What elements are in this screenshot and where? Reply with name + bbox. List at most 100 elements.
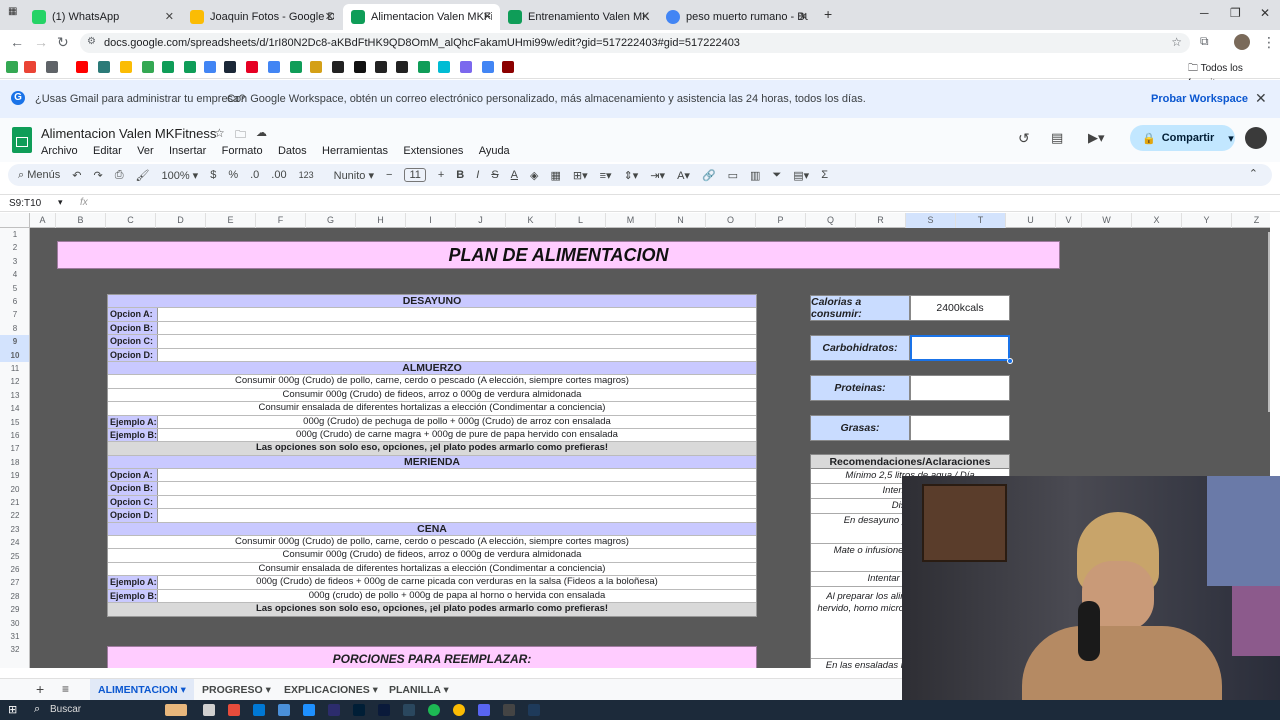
- comments-icon[interactable]: ▤: [1051, 130, 1063, 146]
- column-header-v[interactable]: V: [1056, 213, 1082, 228]
- bookmark-icon[interactable]: [310, 61, 322, 73]
- horizontal-align-icon[interactable]: ≡▾: [600, 169, 612, 182]
- docs-icon[interactable]: [204, 61, 216, 73]
- font-size-input[interactable]: 11: [404, 168, 426, 182]
- italic-icon[interactable]: I: [476, 169, 479, 181]
- bookmark-icon[interactable]: [6, 61, 18, 73]
- row-header-10[interactable]: 10: [0, 348, 29, 362]
- select-all-corner[interactable]: [0, 213, 30, 228]
- column-header-q[interactable]: Q: [806, 213, 856, 228]
- cena-example-a[interactable]: Ejemplo A: 000g (Crudo) de fideos + 000g …: [108, 576, 756, 590]
- column-header-j[interactable]: J: [456, 213, 506, 228]
- row-header-19[interactable]: 19: [0, 469, 29, 482]
- row-header-31[interactable]: 31: [0, 630, 29, 643]
- merienda-option-a[interactable]: Opcion A:: [108, 469, 756, 483]
- column-header-d[interactable]: D: [156, 213, 206, 228]
- name-box[interactable]: S9:T10: [9, 198, 41, 209]
- almuerzo-note[interactable]: Las opciones son solo eso, opciones, ¡el…: [108, 442, 756, 456]
- menu-datos[interactable]: Datos: [278, 145, 307, 157]
- sheet-tab-progreso[interactable]: PROGRESO ▾: [194, 679, 279, 701]
- reload-icon[interactable]: ↻: [57, 34, 69, 51]
- row-header-2[interactable]: 2: [0, 241, 29, 254]
- bookmark-icon[interactable]: [460, 61, 472, 73]
- browser-tab-search[interactable]: peso muerto rumano - Buscar c ✕: [658, 4, 816, 30]
- menu-editar[interactable]: Editar: [93, 145, 122, 157]
- cena-note[interactable]: Las opciones son solo eso, opciones, ¡el…: [108, 602, 756, 617]
- cena-header[interactable]: CENA: [108, 522, 756, 537]
- sheets-logo-icon[interactable]: [12, 127, 32, 153]
- macro-value[interactable]: [910, 375, 1010, 401]
- merienda-option-d[interactable]: Opcion D:: [108, 509, 756, 523]
- almuerzo-line[interactable]: Consumir 000g (Crudo) de pollo, carne, c…: [108, 375, 756, 389]
- row-header-16[interactable]: 16: [0, 429, 29, 442]
- discord-icon[interactable]: [478, 704, 490, 716]
- cena-line[interactable]: Consumir 000g (Crudo) de fideos, arroz o…: [108, 549, 756, 563]
- row-header-5[interactable]: 5: [0, 282, 29, 295]
- menu-extensiones[interactable]: Extensiones: [403, 145, 463, 157]
- formula-input[interactable]: [100, 196, 1250, 210]
- row-header-25[interactable]: 25: [0, 550, 29, 563]
- close-banner-icon[interactable]: ✕: [1255, 90, 1267, 107]
- name-box-dropdown-icon[interactable]: ▾: [58, 197, 63, 208]
- macro-label[interactable]: Grasas:: [810, 415, 910, 441]
- cena-example-b[interactable]: Ejemplo B: 000g (crudo) de pollo + 000g d…: [108, 589, 756, 603]
- column-header-a[interactable]: A: [30, 213, 56, 228]
- row-header-1[interactable]: 1: [0, 228, 29, 241]
- cloud-status-icon[interactable]: ☁: [256, 126, 267, 139]
- row-header-22[interactable]: 22: [0, 509, 29, 522]
- vertical-align-icon[interactable]: ⇕▾: [624, 169, 639, 182]
- collapse-toolbar-icon[interactable]: ⌃: [1249, 167, 1258, 180]
- column-header-h[interactable]: H: [356, 213, 406, 228]
- browser-tab-whatsapp[interactable]: (1) WhatsApp ✕: [24, 4, 182, 30]
- meet-icon[interactable]: ▶▾: [1088, 130, 1105, 146]
- zoom-select[interactable]: 100% ▾: [161, 169, 198, 182]
- cena-line[interactable]: Consumir ensalada de diferentes hortaliz…: [108, 563, 756, 577]
- filter-views-icon[interactable]: ▤▾: [793, 169, 809, 182]
- edge-icon[interactable]: [253, 704, 265, 716]
- macro-value-selected[interactable]: [910, 335, 1010, 361]
- filter-icon[interactable]: ⏷: [772, 169, 781, 182]
- app-icon[interactable]: [303, 704, 315, 716]
- column-header-g[interactable]: G: [306, 213, 356, 228]
- close-tab-icon[interactable]: ✕: [641, 10, 650, 23]
- font-select[interactable]: Nunito ▾: [334, 169, 374, 182]
- premiere-icon[interactable]: [328, 704, 340, 716]
- increase-decimal-button[interactable]: .00: [271, 169, 286, 181]
- taskbar-search[interactable]: Buscar: [50, 704, 81, 715]
- bookmark-icon[interactable]: [354, 61, 366, 73]
- search-menus[interactable]: ⌕ Menús: [18, 169, 60, 182]
- bookmark-icon[interactable]: [438, 61, 450, 73]
- restore-icon[interactable]: ❐: [1230, 6, 1241, 20]
- close-tab-icon[interactable]: ✕: [799, 10, 808, 23]
- column-header-b[interactable]: B: [56, 213, 106, 228]
- desayuno-option-d[interactable]: Opcion D:: [108, 348, 756, 362]
- chevron-down-icon[interactable]: ▾: [1228, 132, 1234, 145]
- bookmark-icon[interactable]: [98, 61, 110, 73]
- sheet-tab-alimentacion[interactable]: ALIMENTACION ▾: [90, 679, 194, 701]
- row-header-12[interactable]: 12: [0, 375, 29, 388]
- spotify-icon[interactable]: [428, 704, 440, 716]
- add-sheet-icon[interactable]: +: [36, 681, 44, 697]
- column-header-p[interactable]: P: [756, 213, 806, 228]
- row-header-17[interactable]: 17: [0, 442, 29, 455]
- column-header-r[interactable]: R: [856, 213, 906, 228]
- pinterest-icon[interactable]: [246, 61, 258, 73]
- star-icon[interactable]: ☆: [214, 126, 225, 140]
- row-header-21[interactable]: 21: [0, 496, 29, 509]
- sheet-tab-explicaciones[interactable]: EXPLICACIONES ▾: [276, 679, 386, 701]
- browser-tab-entrenamiento[interactable]: Entrenamiento Valen MKFitness ✕: [500, 4, 658, 30]
- merienda-option-c[interactable]: Opcion C:: [108, 495, 756, 510]
- macro-label[interactable]: Calorias a consumir:: [810, 295, 910, 321]
- forward-icon[interactable]: →: [34, 34, 48, 50]
- row-header-11[interactable]: 11: [0, 362, 29, 375]
- url-input[interactable]: ⚙ docs.google.com/spreadsheets/d/1rI80N2…: [80, 33, 1190, 53]
- browser-tab-drive[interactable]: Joaquin Fotos - Google Drive ✕: [182, 4, 342, 30]
- text-rotation-icon[interactable]: A▾: [677, 169, 690, 182]
- bookmark-icon[interactable]: [396, 61, 408, 73]
- paint-format-icon[interactable]: 🖌: [136, 169, 150, 182]
- column-header-y[interactable]: Y: [1182, 213, 1232, 228]
- profile-avatar[interactable]: [1234, 34, 1250, 50]
- extensions-icon[interactable]: ⧉: [1200, 34, 1209, 49]
- row-header-18[interactable]: 18: [0, 456, 29, 469]
- windows-start-icon[interactable]: ⊞: [8, 703, 17, 716]
